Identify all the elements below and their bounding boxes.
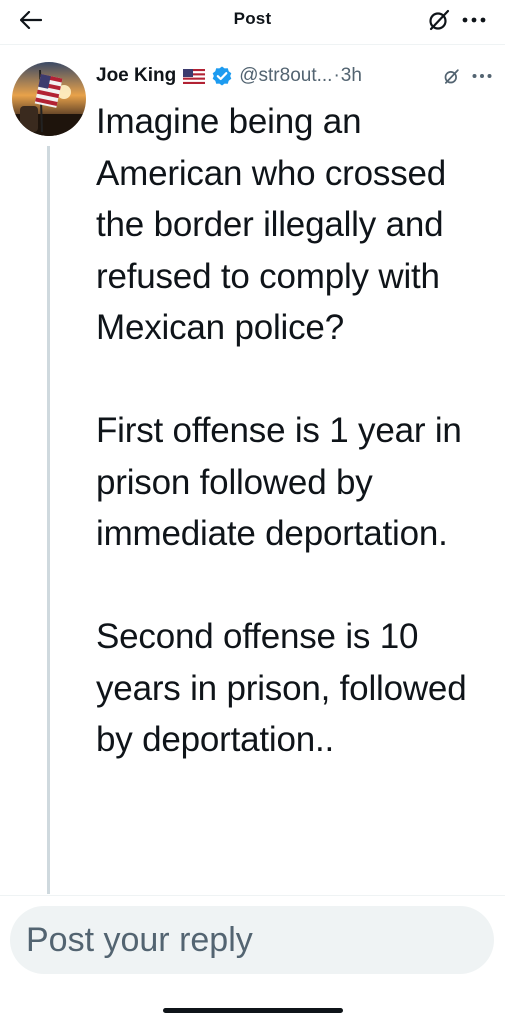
- verified-badge-icon: [211, 65, 233, 87]
- meta-separator: ·: [333, 65, 340, 86]
- post-text: Imagine being an American who crossed th…: [96, 102, 467, 759]
- post-more-button[interactable]: [468, 64, 496, 88]
- more-options-button[interactable]: [459, 7, 489, 33]
- author-name[interactable]: Joe King: [96, 65, 176, 87]
- grok-icon: [444, 68, 459, 84]
- us-flag-icon: [183, 68, 206, 84]
- home-indicator: [163, 1008, 343, 1013]
- more-horizontal-icon: [462, 17, 486, 23]
- reply-input[interactable]: [26, 914, 476, 966]
- avatar[interactable]: [12, 62, 86, 136]
- post-timestamp[interactable]: 3h: [341, 65, 362, 87]
- more-horizontal-icon: [472, 74, 492, 78]
- reply-divider: [0, 895, 505, 896]
- grok-button[interactable]: [425, 7, 453, 33]
- reply-box[interactable]: [10, 906, 494, 974]
- author-handle[interactable]: @str8out...: [239, 65, 332, 87]
- avatar-image: [12, 62, 86, 136]
- top-bar: Post: [0, 0, 505, 45]
- post-author-row: Joe King @str8out... · 3h: [96, 62, 496, 90]
- post-grok-button[interactable]: [440, 64, 462, 88]
- thread-line: [47, 146, 50, 894]
- grok-icon: [429, 9, 450, 31]
